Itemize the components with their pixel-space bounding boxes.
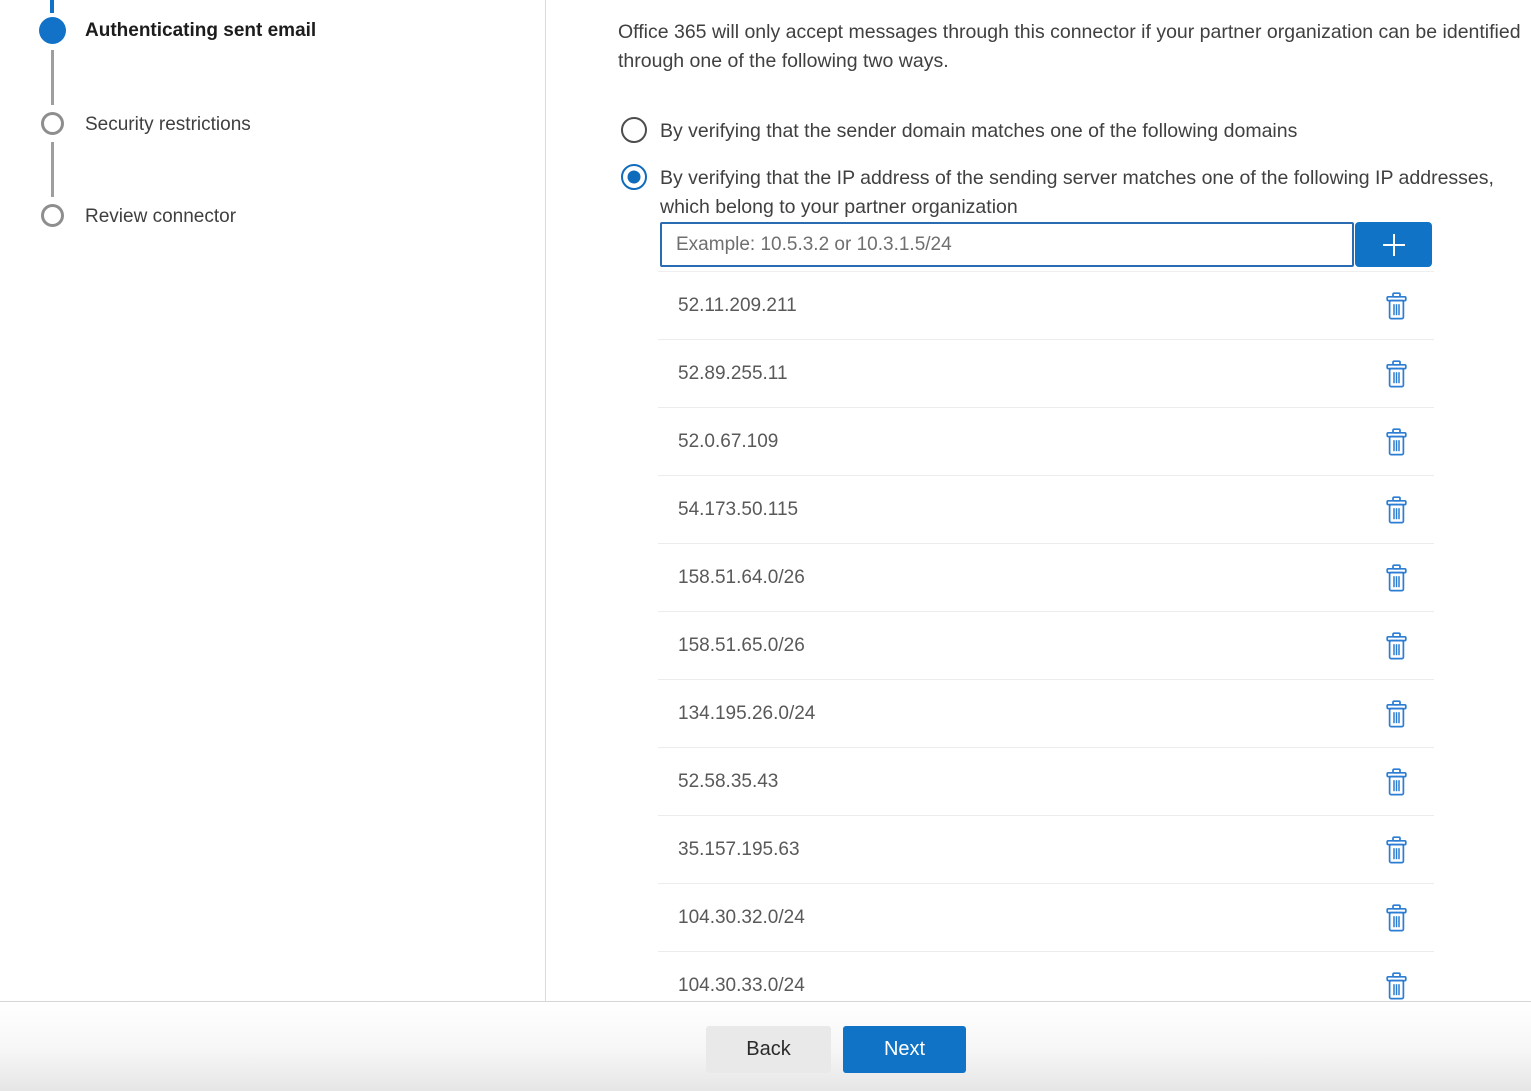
trash-icon — [1385, 972, 1408, 1000]
ip-row: 134.195.26.0/24 — [658, 680, 1434, 748]
radio-selected-icon[interactable] — [621, 164, 647, 190]
ip-row: 54.173.50.115 — [658, 476, 1434, 544]
footer-buttons: Back Next — [706, 1026, 966, 1073]
delete-ip-button[interactable] — [1383, 834, 1410, 866]
step-connector-line-top — [50, 0, 54, 13]
radio-option-ip-address[interactable]: By verifying that the IP address of the … — [621, 164, 1495, 221]
ip-row: 52.0.67.109 — [658, 408, 1434, 476]
radio-option-sender-domain[interactable]: By verifying that the sender domain matc… — [621, 117, 1297, 146]
trash-icon — [1385, 768, 1408, 796]
trash-icon — [1385, 360, 1408, 388]
radio-unselected-icon[interactable] — [621, 117, 647, 143]
radio-option-label: By verifying that the sender domain matc… — [660, 117, 1297, 146]
ip-row: 158.51.64.0/26 — [658, 544, 1434, 612]
delete-ip-button[interactable] — [1383, 698, 1410, 730]
ip-value: 52.0.67.109 — [678, 431, 778, 453]
ip-row: 158.51.65.0/26 — [658, 612, 1434, 680]
delete-ip-button[interactable] — [1383, 970, 1410, 1002]
ip-value: 52.58.35.43 — [678, 771, 778, 793]
ip-value: 104.30.33.0/24 — [678, 975, 805, 997]
ip-value: 134.195.26.0/24 — [678, 703, 815, 725]
back-button[interactable]: Back — [706, 1026, 831, 1073]
trash-icon — [1385, 904, 1408, 932]
radio-option-label: By verifying that the IP address of the … — [660, 164, 1495, 221]
ip-row: 35.157.195.63 — [658, 816, 1434, 884]
sidebar-divider — [545, 0, 546, 1001]
step-circle-icon — [41, 112, 64, 135]
step-connector-line — [51, 50, 54, 105]
next-button[interactable]: Next — [843, 1026, 966, 1073]
trash-icon — [1385, 564, 1408, 592]
delete-ip-button[interactable] — [1383, 766, 1410, 798]
wizard-stepper: Authenticating sent email Security restr… — [0, 0, 545, 1001]
ip-value: 104.30.32.0/24 — [678, 907, 805, 929]
ip-value: 158.51.64.0/26 — [678, 567, 805, 589]
trash-icon — [1385, 428, 1408, 456]
ip-row: 104.30.33.0/24 — [658, 952, 1434, 1001]
wizard-footer: Back Next — [0, 1001, 1531, 1091]
delete-ip-button[interactable] — [1383, 426, 1410, 458]
delete-ip-button[interactable] — [1383, 902, 1410, 934]
trash-icon — [1385, 292, 1408, 320]
ip-row: 52.58.35.43 — [658, 748, 1434, 816]
step-security-restrictions[interactable]: Security restrictions — [85, 114, 251, 136]
step-active-indicator-icon — [39, 17, 66, 44]
ip-value: 52.89.255.11 — [678, 363, 788, 385]
ip-value: 52.11.209.211 — [678, 295, 797, 317]
trash-icon — [1385, 836, 1408, 864]
trash-icon — [1385, 700, 1408, 728]
delete-ip-button[interactable] — [1383, 630, 1410, 662]
add-ip-button[interactable] — [1355, 222, 1432, 267]
ip-address-input[interactable] — [660, 222, 1354, 267]
step-authenticating-sent-email[interactable]: Authenticating sent email — [85, 20, 316, 42]
plus-icon — [1377, 228, 1411, 262]
ip-input-row — [660, 222, 1432, 267]
ip-value: 54.173.50.115 — [678, 499, 798, 521]
delete-ip-button[interactable] — [1383, 290, 1410, 322]
step-review-connector[interactable]: Review connector — [85, 206, 236, 228]
trash-icon — [1385, 632, 1408, 660]
ip-list: 52.11.209.211 52.89.255.11 — [658, 271, 1434, 1001]
step-circle-icon — [41, 204, 64, 227]
trash-icon — [1385, 496, 1408, 524]
ip-value: 158.51.65.0/26 — [678, 635, 805, 657]
intro-paragraph: Office 365 will only accept messages thr… — [618, 18, 1531, 75]
step-connector-line — [51, 142, 54, 197]
connector-wizard-page: Authenticating sent email Security restr… — [0, 0, 1531, 1091]
ip-value: 35.157.195.63 — [678, 839, 800, 861]
delete-ip-button[interactable] — [1383, 494, 1410, 526]
ip-row: 104.30.32.0/24 — [658, 884, 1434, 952]
delete-ip-button[interactable] — [1383, 562, 1410, 594]
ip-row: 52.89.255.11 — [658, 340, 1434, 408]
ip-row: 52.11.209.211 — [658, 272, 1434, 340]
delete-ip-button[interactable] — [1383, 358, 1410, 390]
